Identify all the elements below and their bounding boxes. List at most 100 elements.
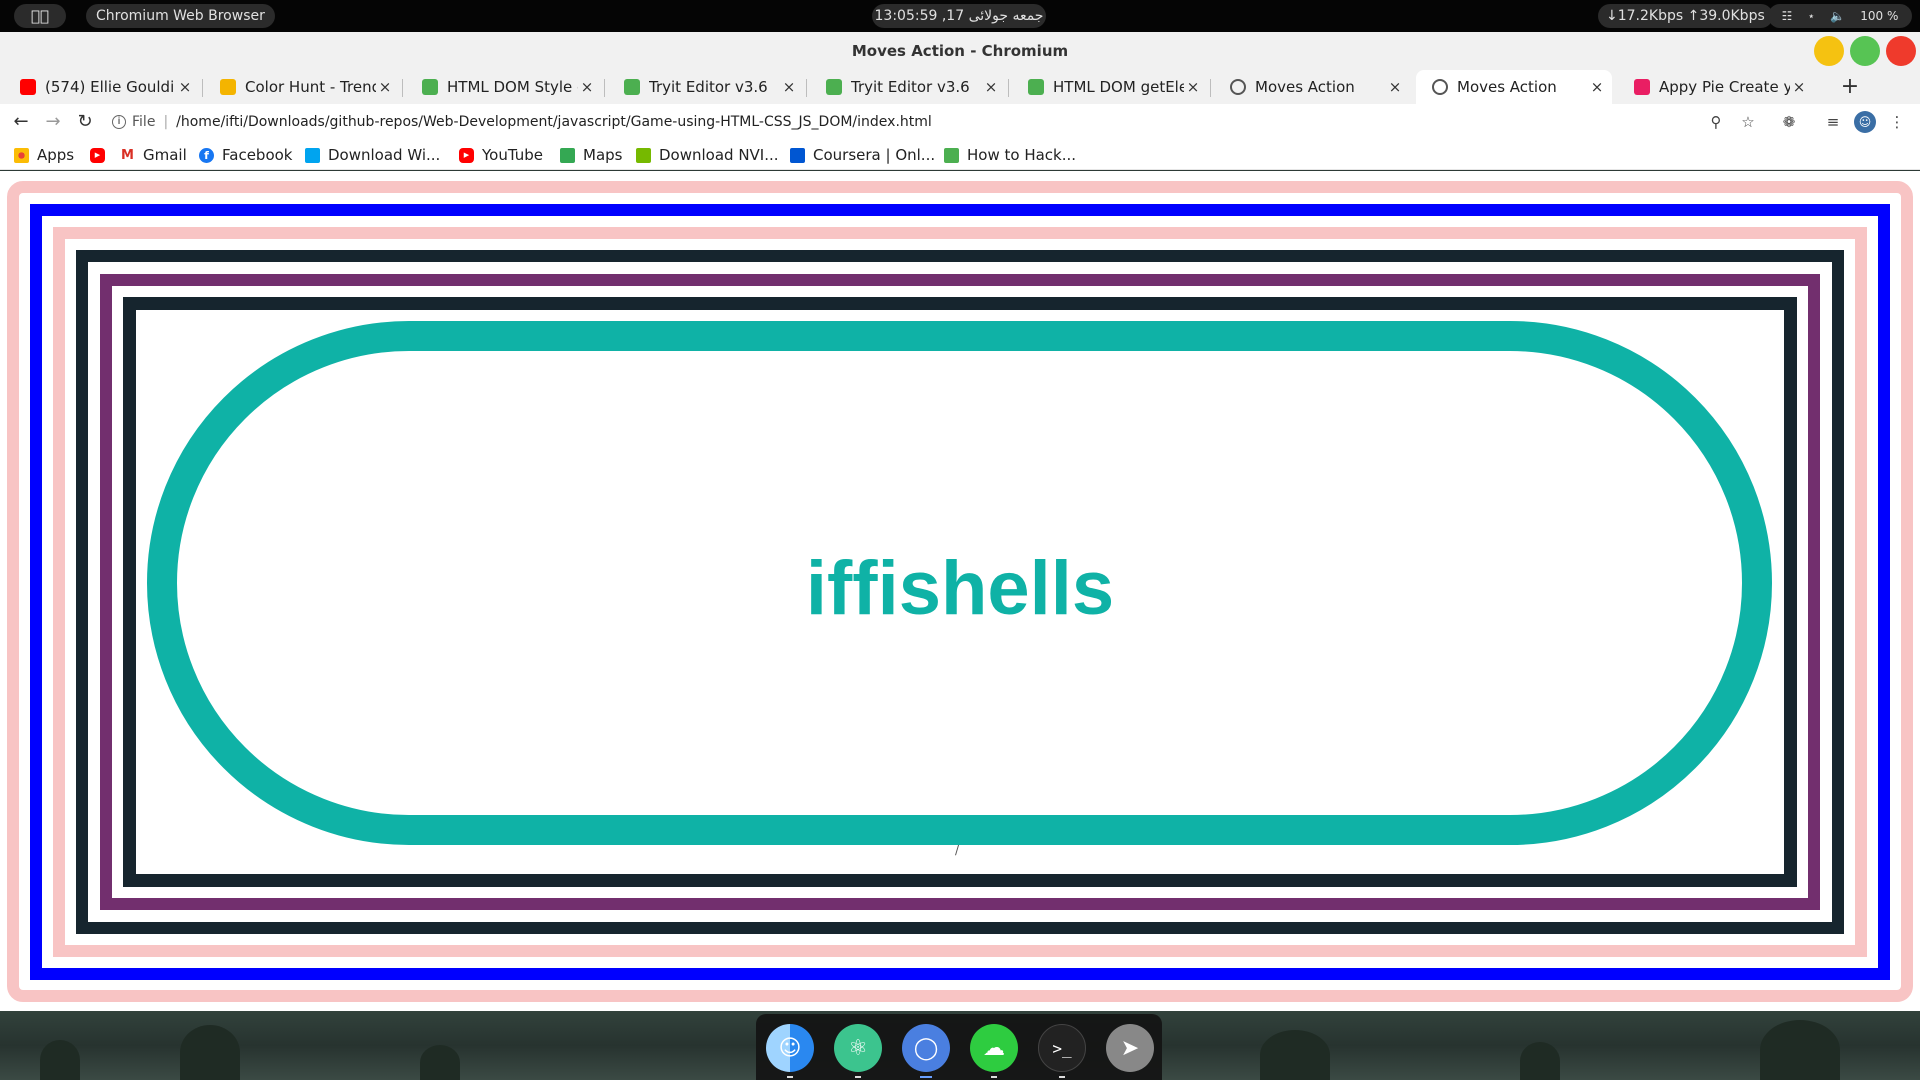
tab-label: Moves Action	[1457, 78, 1557, 96]
tab-label: Moves Action	[1255, 78, 1355, 96]
extension-icon[interactable]: ❁	[1778, 111, 1800, 133]
bookmark-star-icon[interactable]: ☆	[1737, 111, 1759, 133]
w3schools-icon	[624, 79, 640, 95]
reload-button[interactable]: ↻	[73, 110, 97, 134]
bookmark-gmail[interactable]: M Gmail	[120, 145, 187, 165]
back-button[interactable]: ←	[9, 110, 33, 134]
tab-close-icon[interactable]: ×	[176, 78, 194, 96]
bookmark-label: Maps	[583, 146, 623, 164]
windows-icon	[305, 147, 320, 163]
tab-8[interactable]: Moves Action ×	[1416, 70, 1612, 104]
tab-4[interactable]: Tryit Editor v3.6 ×	[608, 70, 804, 104]
url-separator: |	[163, 114, 169, 130]
tab-separator	[1008, 79, 1009, 97]
zoom-icon[interactable]: ⚲	[1705, 111, 1727, 133]
nvidia-icon	[636, 147, 651, 163]
dock-running-dot	[1059, 1076, 1065, 1078]
tab-3[interactable]: HTML DOM Style co×	[406, 70, 602, 104]
w3schools-icon	[422, 79, 438, 95]
cloud-icon[interactable]: ☁	[970, 1024, 1018, 1072]
bookmark-label: Coursera | Onl...	[813, 146, 936, 164]
address-bar[interactable]: i File | /home/ifti/Downloads/github-repos/…	[112, 109, 932, 135]
finder-icon[interactable]: ☺	[766, 1024, 814, 1072]
system-clock[interactable]: 13:05:59 ,17 جمعه جولائی	[872, 4, 1046, 28]
brand-logo-text: iffishells	[805, 546, 1115, 631]
window-title-bar: Moves Action - Chromium	[0, 32, 1920, 70]
tab-close-icon[interactable]: ×	[982, 78, 1000, 96]
tab-separator	[202, 79, 203, 97]
bookmark-label: Download NVI...	[659, 146, 779, 164]
browser-toolbar: ← → ↻ i File | /home/ifti/Downloads/github-…	[0, 104, 1920, 140]
w3schools-icon	[826, 79, 842, 95]
network-speed[interactable]: ↓17.2Kbps ↑39.0Kbps	[1598, 4, 1773, 28]
bookmark-label: YouTube	[482, 146, 543, 164]
tab-close-icon[interactable]: ×	[1588, 78, 1606, 96]
window-title: Moves Action - Chromium	[851, 42, 1069, 60]
wifi-icon[interactable]: ☷	[1782, 4, 1793, 28]
apple-menu-icon[interactable]: 	[14, 4, 66, 28]
tab-close-icon[interactable]: ×	[1790, 78, 1808, 96]
tab-1[interactable]: (574) Ellie Gouldi ×	[4, 70, 200, 104]
terminal-icon[interactable]: >_	[1038, 1024, 1086, 1072]
tab-7[interactable]: Moves Action ×	[1214, 70, 1410, 104]
media-queue-icon[interactable]: ≡	[1822, 111, 1844, 133]
bookmark-coursera-onl[interactable]: Coursera | Onl...	[790, 145, 935, 165]
bookmark-download-nvi[interactable]: Download NVI...	[636, 145, 779, 165]
bookmark-download-wi[interactable]: Download Wi...	[305, 145, 440, 165]
bookmark-label: Download Wi...	[328, 146, 441, 164]
globe-icon	[1432, 79, 1448, 95]
menu-kebab-icon[interactable]: ⋮	[1886, 111, 1908, 133]
w3schools-icon	[1028, 79, 1044, 95]
active-app-name[interactable]: Chromium Web Browser	[86, 4, 275, 28]
volume-icon[interactable]: 🔈	[1830, 4, 1845, 28]
tab-close-icon[interactable]: ×	[780, 78, 798, 96]
tab-label: Tryit Editor v3.6	[851, 78, 970, 96]
url-text[interactable]: /home/ifti/Downloads/github-repos/Web-De…	[176, 114, 932, 130]
tab-separator	[402, 79, 403, 97]
battery-level[interactable]: 100 %	[1860, 4, 1898, 28]
hack-icon	[944, 147, 959, 163]
tab-label: Color Hunt - Trendy c	[245, 78, 376, 96]
bookmark-how-to-hack[interactable]: How to Hack...	[944, 145, 1076, 165]
bluetooth-icon[interactable]: ⋆	[1808, 4, 1816, 28]
tab-9[interactable]: Appy Pie Create you×	[1618, 70, 1814, 104]
tab-label: Appy Pie Create you	[1659, 78, 1790, 96]
maximize-button[interactable]	[1850, 36, 1880, 66]
atom-icon[interactable]: ⚛	[834, 1024, 882, 1072]
bookmark-apps[interactable]: Apps	[14, 145, 74, 165]
dock-running-dot	[920, 1076, 932, 1078]
bookmark-label: Facebook	[222, 146, 293, 164]
youtube-icon: ▶	[90, 147, 105, 163]
tab-5[interactable]: Tryit Editor v3.6 ×	[810, 70, 1006, 104]
bookmark-label: Gmail	[143, 146, 187, 164]
tab-2[interactable]: Color Hunt - Trendy c×	[204, 70, 400, 104]
bookmark-facebook[interactable]: f Facebook	[199, 145, 292, 165]
launchpad-icon[interactable]: ➤	[1106, 1024, 1154, 1072]
protocol-label: File	[132, 114, 156, 130]
tab-close-icon[interactable]: ×	[1184, 78, 1202, 96]
tab-6[interactable]: HTML DOM getElem×	[1012, 70, 1208, 104]
bookmark-maps[interactable]: Maps	[560, 145, 622, 165]
tab-close-icon[interactable]: ×	[376, 78, 394, 96]
chromium-icon[interactable]: ◯	[902, 1024, 950, 1072]
forward-button[interactable]: →	[41, 110, 65, 134]
apps-grid-icon	[14, 147, 29, 163]
color-hunt-icon	[220, 79, 236, 95]
profile-avatar[interactable]: ☺	[1854, 111, 1876, 133]
minimize-button[interactable]	[1814, 36, 1844, 66]
new-tab-button[interactable]: +	[1836, 74, 1864, 102]
facebook-icon: f	[199, 147, 214, 163]
gmail-icon: M	[120, 147, 135, 163]
tab-separator	[1210, 79, 1211, 97]
coursera-icon	[790, 147, 805, 163]
system-tray[interactable]: ☷ ⋆ 🔈 100 %	[1768, 4, 1912, 28]
tab-separator	[604, 79, 605, 97]
tab-close-icon[interactable]: ×	[1386, 78, 1404, 96]
close-window-button[interactable]	[1886, 36, 1916, 66]
youtube-icon	[20, 79, 36, 95]
bookmark-label: How to Hack...	[967, 146, 1077, 164]
bookmark-youtube-shortcut[interactable]: ▶	[90, 145, 113, 165]
site-info-icon[interactable]: i	[112, 115, 126, 129]
bookmark-youtube[interactable]: ▶ YouTube	[459, 145, 543, 165]
tab-close-icon[interactable]: ×	[578, 78, 596, 96]
